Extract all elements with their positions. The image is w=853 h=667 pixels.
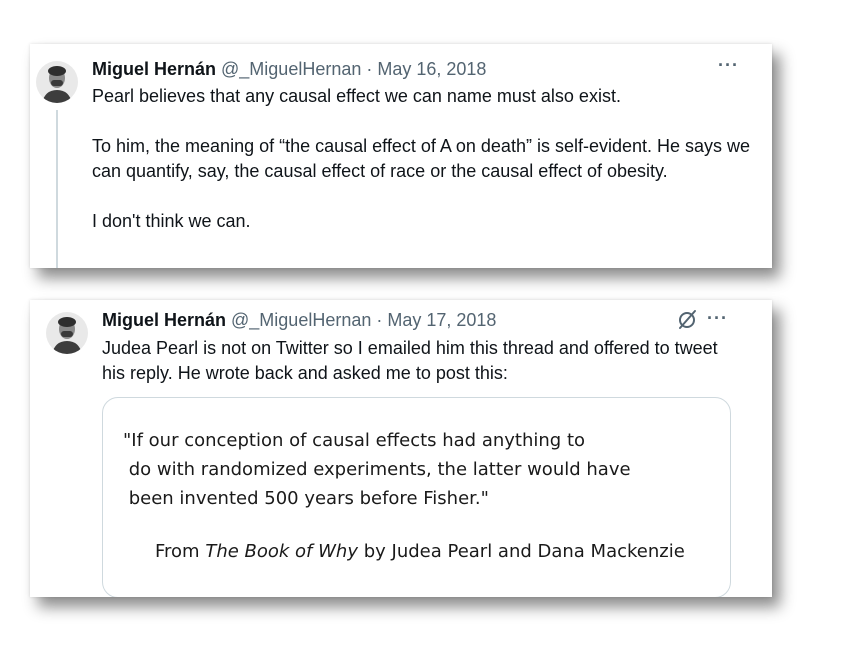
quoted-image[interactable]: "If our conception of causal effects had…: [102, 397, 731, 597]
attribution-prefix: From: [155, 541, 206, 562]
grok-slash-circle-icon[interactable]: [676, 308, 698, 330]
quote-line-3: been invented 500 years before Fisher.": [123, 488, 489, 509]
tweet-header: Miguel Hernán @_MiguelHernan · May 16, 2…: [92, 58, 486, 80]
quote-line-1: "If our conception of causal effects had…: [123, 430, 586, 451]
ellipsis-icon[interactable]: ···: [707, 309, 728, 327]
header-separator: ·: [366, 59, 373, 79]
thread-connector-line: [56, 110, 58, 268]
author-name[interactable]: Miguel Hernán: [102, 309, 226, 331]
tweet-date[interactable]: May 17, 2018: [387, 309, 496, 331]
quote-attribution: From The Book of Why by Judea Pearl and …: [155, 540, 685, 564]
header-separator: ·: [376, 310, 383, 330]
quote-line-2: do with randomized experiments, the latt…: [123, 459, 631, 480]
tweet-paragraph-1: Pearl believes that any causal effect we…: [92, 86, 621, 106]
author-handle[interactable]: @_MiguelHernan: [231, 309, 371, 331]
attribution-book-title: The Book of Why: [205, 541, 358, 562]
ellipsis-icon[interactable]: ···: [718, 56, 739, 74]
tweet-card-1[interactable]: Miguel Hernán @_MiguelHernan · May 16, 2…: [30, 44, 772, 268]
tweet-paragraph-3: I don't think we can.: [92, 211, 251, 231]
tweet-date[interactable]: May 16, 2018: [377, 58, 486, 80]
attribution-suffix: by Judea Pearl and Dana Mackenzie: [357, 541, 685, 562]
tweet-text: Judea Pearl is not on Twitter so I email…: [102, 338, 718, 383]
tweet-header: Miguel Hernán @_MiguelHernan · May 17, 2…: [102, 309, 496, 331]
tweet-paragraph-2: To him, the meaning of “the causal effec…: [92, 136, 751, 181]
tweet-text: Pearl believes that any causal effect we…: [92, 84, 762, 234]
avatar[interactable]: [46, 312, 88, 354]
avatar[interactable]: [36, 61, 78, 103]
quote-text: "If our conception of causal effects had…: [123, 426, 631, 513]
tweet-card-2[interactable]: Miguel Hernán @_MiguelHernan · May 17, 2…: [30, 300, 772, 597]
author-handle[interactable]: @_MiguelHernan: [221, 58, 361, 80]
author-name[interactable]: Miguel Hernán: [92, 58, 216, 80]
